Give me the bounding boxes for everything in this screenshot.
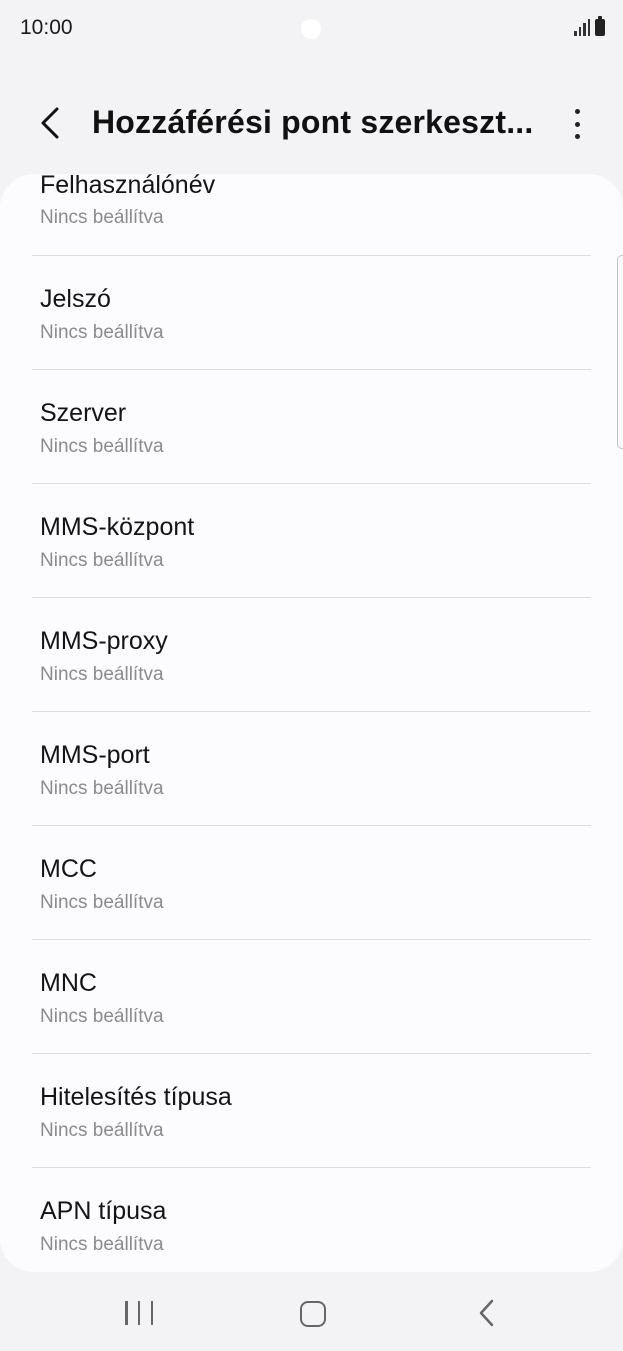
setting-value: Nincs beállítva xyxy=(40,892,164,913)
setting-item-auth-type[interactable]: Hitelesítés típusa Nincs beállítva xyxy=(0,1054,623,1167)
setting-title: Szerver xyxy=(40,399,127,427)
signal-icon xyxy=(574,18,590,36)
status-bar: 10:00 xyxy=(0,0,623,58)
setting-item-mms-port[interactable]: MMS-port Nincs beállítva xyxy=(0,712,623,825)
home-button[interactable] xyxy=(300,1301,326,1327)
setting-title: MMS-port xyxy=(40,741,150,769)
back-icon xyxy=(479,1299,494,1327)
setting-value: Nincs beállítva xyxy=(40,1006,164,1027)
recents-button[interactable] xyxy=(125,1301,153,1325)
setting-value: Nincs beállítva xyxy=(40,778,164,799)
setting-title: MMS-központ xyxy=(40,513,195,541)
camera-cutout xyxy=(301,19,321,39)
settings-card: Felhasználónév Nincs beállítva Jelszó Ni… xyxy=(0,174,623,1272)
setting-item-mcc[interactable]: MCC Nincs beállítva xyxy=(0,826,623,939)
navigation-bar xyxy=(0,1272,623,1351)
setting-value: Nincs beállítva xyxy=(40,1120,164,1141)
setting-item-mmsc[interactable]: MMS-központ Nincs beállítva xyxy=(0,484,623,597)
setting-item-mms-proxy[interactable]: MMS-proxy Nincs beállítva xyxy=(0,598,623,711)
nav-back-button[interactable] xyxy=(476,1298,498,1328)
setting-title: Hitelesítés típusa xyxy=(40,1083,232,1111)
setting-item-username[interactable]: Felhasználónév Nincs beállítva xyxy=(0,174,623,255)
setting-title: MNC xyxy=(40,969,97,997)
setting-item-mnc[interactable]: MNC Nincs beállítva xyxy=(0,940,623,1053)
status-time: 10:00 xyxy=(20,16,73,39)
setting-value: Nincs beállítva xyxy=(40,664,164,685)
setting-title: MMS-proxy xyxy=(40,627,168,655)
recents-icon xyxy=(125,1301,128,1325)
setting-item-password[interactable]: Jelszó Nincs beállítva xyxy=(0,256,623,369)
app-bar: Hozzáférési pont szerkeszt... xyxy=(0,90,623,156)
more-vertical-icon xyxy=(574,109,580,114)
setting-title: Jelszó xyxy=(40,285,111,313)
chevron-left-icon xyxy=(41,107,59,139)
setting-value: Nincs beállítva xyxy=(40,436,164,457)
setting-title: APN típusa xyxy=(40,1197,167,1225)
back-button[interactable] xyxy=(30,103,70,143)
status-icons xyxy=(574,16,605,36)
setting-value: Nincs beállítva xyxy=(40,550,164,571)
page-title: Hozzáférési pont szerkeszt... xyxy=(92,104,534,140)
setting-value: Nincs beállítva xyxy=(40,207,164,228)
setting-item-server[interactable]: Szerver Nincs beállítva xyxy=(0,370,623,483)
scrollbar[interactable] xyxy=(617,255,623,449)
battery-icon xyxy=(595,16,605,36)
setting-title: Felhasználónév xyxy=(40,174,216,199)
setting-value: Nincs beállítva xyxy=(40,322,164,343)
setting-item-apn-type[interactable]: APN típusa Nincs beállítva xyxy=(0,1168,623,1272)
setting-title: MCC xyxy=(40,855,97,883)
more-options-button[interactable] xyxy=(567,106,587,142)
setting-value: Nincs beállítva xyxy=(40,1234,164,1255)
